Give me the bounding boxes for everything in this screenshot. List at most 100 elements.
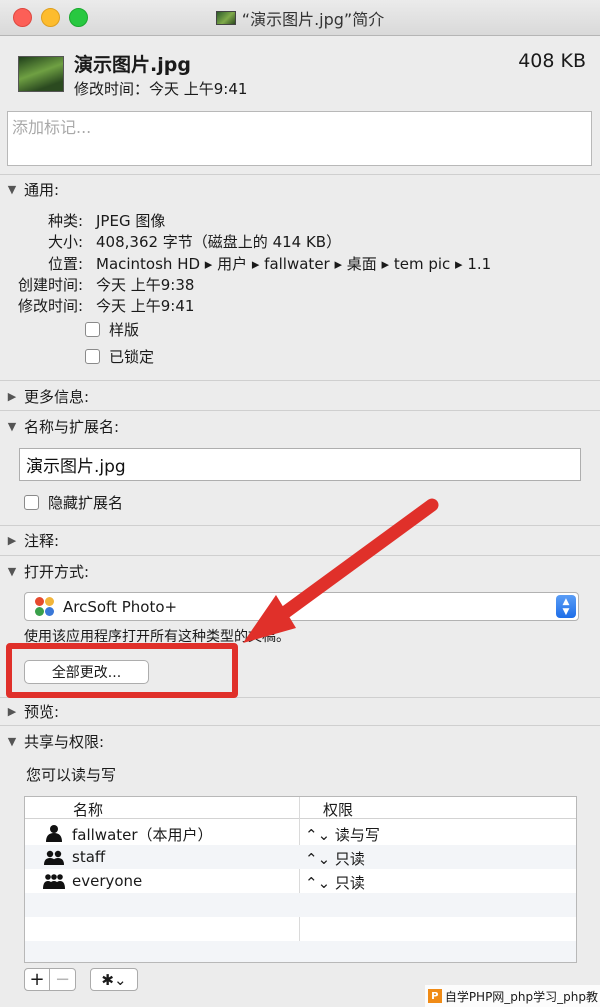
- stationery-label: 样版: [109, 320, 140, 339]
- updown-icon: ⌃⌄: [305, 874, 331, 892]
- table-row-empty: [25, 941, 576, 962]
- table-row[interactable]: staff ⌃⌄ 只读: [25, 845, 576, 869]
- section-sharing[interactable]: ▼ 共享与权限:: [0, 730, 600, 752]
- locked-checkbox[interactable]: 已锁定: [85, 346, 154, 366]
- locked-label: 已锁定: [109, 347, 155, 366]
- section-general-title: 通用:: [24, 180, 60, 199]
- column-header-name[interactable]: 名称: [73, 799, 103, 820]
- table-header: 名称 权限: [25, 797, 576, 819]
- section-general[interactable]: ▼ 通用:: [0, 178, 600, 200]
- disclosure-closed-icon[interactable]: ▶: [0, 534, 24, 547]
- open-with-popup[interactable]: ArcSoft Photo+ ▲ ▼: [24, 592, 579, 621]
- privilege-popup[interactable]: ⌃⌄ 只读: [305, 872, 365, 893]
- info-value: Macintosh HD ▸ 用户 ▸ fallwater ▸ 桌面 ▸ tem…: [96, 255, 492, 273]
- info-value: 408,362 字节（磁盘上的 414 KB）: [96, 233, 342, 251]
- watermark-text: 自学PHP网_php学习_php教: [444, 989, 598, 1004]
- section-preview[interactable]: ▶ 预览:: [0, 700, 600, 722]
- permissions-toolbar: + − ✱⌄: [24, 968, 138, 991]
- disclosure-open-icon[interactable]: ▼: [0, 420, 24, 433]
- section-open-with[interactable]: ▼ 打开方式:: [0, 560, 600, 582]
- file-thumbnail-icon: [215, 11, 236, 25]
- info-key: 种类:: [47, 212, 83, 230]
- user-name: fallwater（本用户）: [72, 826, 213, 844]
- window-title-wrap: “演示图片.jpg”简介: [0, 0, 600, 36]
- updown-chevron-icon[interactable]: ▲ ▼: [556, 595, 576, 618]
- group-icon: [44, 850, 64, 865]
- info-row-where: 位置: Macintosh HD ▸ 用户 ▸ fallwater ▸ 桌面 ▸…: [0, 253, 491, 273]
- open-with-app-name: ArcSoft Photo+: [63, 597, 178, 616]
- section-name-extension[interactable]: ▼ 名称与扩展名:: [0, 415, 600, 437]
- gear-menu-button[interactable]: ✱⌄: [90, 968, 138, 991]
- checkbox-box[interactable]: [24, 494, 39, 510]
- info-key: 位置:: [47, 255, 83, 273]
- divider: [0, 410, 600, 411]
- add-user-button[interactable]: +: [24, 968, 50, 991]
- section-more-info-title: 更多信息:: [24, 387, 90, 406]
- updown-icon: ⌃⌄: [305, 826, 331, 844]
- info-row-kind: 种类: JPEG 图像: [0, 210, 165, 230]
- privilege-value: 只读: [334, 850, 365, 868]
- file-name: 演示图片.jpg: [74, 54, 191, 76]
- info-key: 修改时间:: [17, 297, 83, 315]
- file-size: 408 KB: [518, 50, 586, 72]
- info-key: 大小:: [47, 233, 83, 251]
- file-name-input[interactable]: [20, 449, 580, 480]
- watermark: P 自学PHP网_php学习_php教: [424, 985, 600, 1007]
- privilege-popup[interactable]: ⌃⌄ 只读: [305, 848, 365, 869]
- disclosure-open-icon[interactable]: ▼: [0, 565, 24, 578]
- section-open-with-title: 打开方式:: [24, 562, 90, 581]
- info-key: 创建时间:: [17, 276, 83, 294]
- window-title: “演示图片.jpg”简介: [241, 10, 385, 29]
- section-more-info[interactable]: ▶ 更多信息:: [0, 385, 600, 407]
- annotation-highlight-box: [6, 643, 238, 698]
- divider: [0, 174, 600, 175]
- tags-field-wrap: [7, 111, 592, 166]
- disclosure-closed-icon[interactable]: ▶: [0, 705, 24, 718]
- name-field-wrap: [19, 448, 581, 481]
- section-comments-title: 注释:: [24, 531, 60, 550]
- section-preview-title: 预览:: [24, 702, 60, 721]
- watermark-logo-icon: P: [427, 989, 442, 1003]
- info-value: JPEG 图像: [96, 212, 166, 230]
- hide-extension-label: 隐藏扩展名: [48, 493, 124, 512]
- column-header-privilege[interactable]: 权限: [323, 799, 353, 820]
- section-comments[interactable]: ▶ 注释:: [0, 529, 600, 551]
- divider: [0, 555, 600, 556]
- info-row-modified: 修改时间: 今天 上午9:41: [0, 295, 195, 315]
- disclosure-open-icon[interactable]: ▼: [0, 183, 24, 196]
- disclosure-open-icon[interactable]: ▼: [0, 735, 24, 748]
- info-value: 今天 上午9:41: [96, 297, 195, 315]
- title-bar: “演示图片.jpg”简介: [0, 0, 600, 36]
- info-row-created: 创建时间: 今天 上午9:38: [0, 274, 195, 294]
- info-value: 今天 上午9:38: [96, 276, 195, 294]
- modified-time: 修改时间：今天 上午9:41: [74, 80, 248, 98]
- gear-icon: ✱⌄: [101, 970, 127, 989]
- image-preview-icon: [18, 56, 64, 92]
- table-row-empty: [25, 893, 576, 917]
- divider: [0, 380, 600, 381]
- user-name: everyone: [72, 872, 143, 890]
- tags-input[interactable]: [8, 112, 591, 142]
- privilege-popup[interactable]: ⌃⌄ 读与写: [305, 824, 380, 845]
- privilege-value: 读与写: [334, 826, 380, 844]
- checkbox-box[interactable]: [85, 348, 100, 364]
- updown-icon: ⌃⌄: [305, 850, 331, 868]
- table-row[interactable]: fallwater（本用户） ⌃⌄ 读与写: [25, 821, 576, 845]
- table-row[interactable]: everyone ⌃⌄ 只读: [25, 869, 576, 893]
- hide-extension-checkbox[interactable]: 隐藏扩展名: [24, 492, 123, 512]
- section-name-extension-title: 名称与扩展名:: [24, 417, 120, 436]
- permission-note: 您可以读与写: [26, 766, 117, 784]
- stationery-checkbox[interactable]: 样版: [85, 319, 139, 339]
- privilege-value: 只读: [334, 874, 365, 892]
- permissions-table: 名称 权限 fallwater（本用户） ⌃⌄ 读与写 staff ⌃⌄ 只读 …: [24, 796, 577, 963]
- everyone-icon: [43, 874, 65, 889]
- arcsoft-app-icon: [35, 596, 55, 617]
- remove-user-button[interactable]: −: [50, 968, 76, 991]
- section-sharing-title: 共享与权限:: [24, 732, 105, 751]
- disclosure-closed-icon[interactable]: ▶: [0, 390, 24, 403]
- file-header: 演示图片.jpg 408 KB 修改时间：今天 上午9:41: [0, 36, 600, 108]
- info-row-size: 大小: 408,362 字节（磁盘上的 414 KB）: [0, 231, 341, 251]
- user-name: staff: [72, 848, 106, 866]
- checkbox-box[interactable]: [85, 321, 100, 337]
- divider: [0, 525, 600, 526]
